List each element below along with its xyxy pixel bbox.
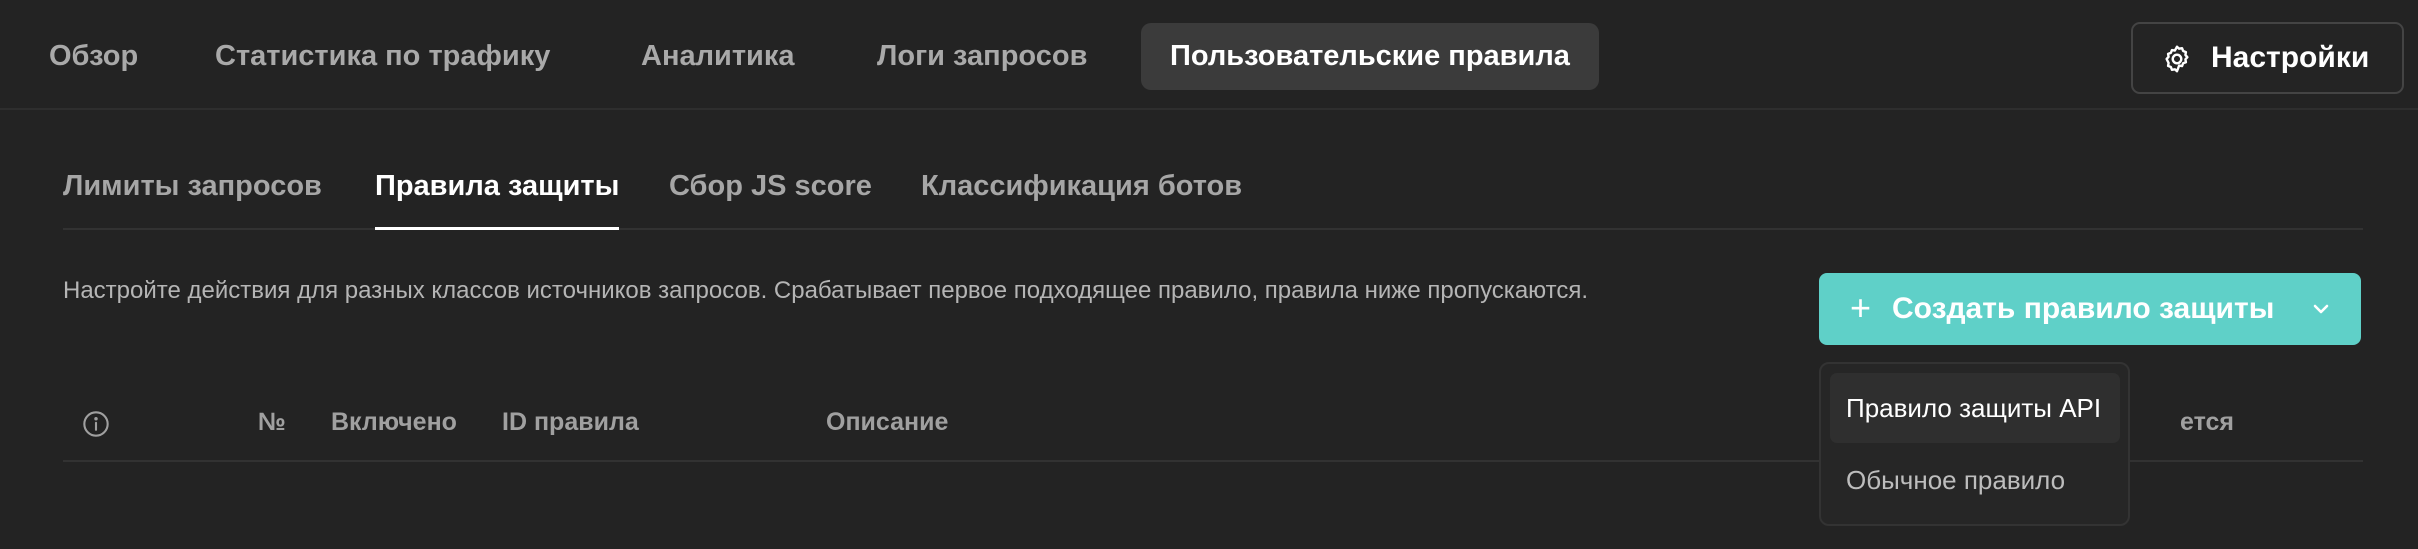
create-rule-dropdown-menu: Правило защиты API Обычное правило	[1819, 362, 2130, 526]
column-number[interactable]: №	[258, 408, 286, 437]
plus-icon: +	[1850, 287, 1872, 328]
page: Обзор Статистика по трафику Аналитика Ло…	[0, 0, 2418, 549]
settings-label: Настройки	[2211, 41, 2370, 74]
top-navigation: Обзор Статистика по трафику Аналитика Ло…	[0, 0, 2418, 110]
tab-traffic-stats[interactable]: Статистика по трафику	[215, 23, 550, 90]
menu-item-regular-rule[interactable]: Обычное правило	[1830, 445, 2120, 515]
column-partially-hidden[interactable]: ется	[2180, 408, 2234, 437]
info-icon[interactable]	[82, 410, 110, 438]
subtab-protection-rules[interactable]: Правила защиты	[375, 170, 620, 230]
subtab-bot-classification[interactable]: Классификация ботов	[921, 170, 1242, 228]
column-rule-id[interactable]: ID правила	[502, 408, 639, 437]
column-description[interactable]: Описание	[826, 408, 948, 437]
gear-icon	[2165, 45, 2189, 73]
sub-tabs: Лимиты запросов Правила защиты Сбор JS s…	[63, 160, 2363, 230]
create-protection-rule-button[interactable]: + Создать правило защиты	[1819, 273, 2361, 345]
subtab-rate-limits[interactable]: Лимиты запросов	[63, 170, 322, 228]
menu-item-api-protection-rule[interactable]: Правило защиты API	[1830, 373, 2120, 443]
settings-button[interactable]: Настройки	[2131, 22, 2404, 94]
create-button-label: Создать правило защиты	[1892, 292, 2275, 325]
tab-request-logs[interactable]: Логи запросов	[877, 23, 1087, 90]
tab-custom-rules[interactable]: Пользовательские правила	[1141, 23, 1599, 90]
subtab-js-score[interactable]: Сбор JS score	[669, 170, 872, 228]
page-description: Настройте действия для разных классов ис…	[63, 277, 1589, 304]
tab-overview[interactable]: Обзор	[49, 23, 138, 90]
chevron-down-icon	[2313, 304, 2329, 314]
tab-analytics[interactable]: Аналитика	[641, 23, 795, 90]
column-enabled[interactable]: Включено	[331, 408, 457, 437]
